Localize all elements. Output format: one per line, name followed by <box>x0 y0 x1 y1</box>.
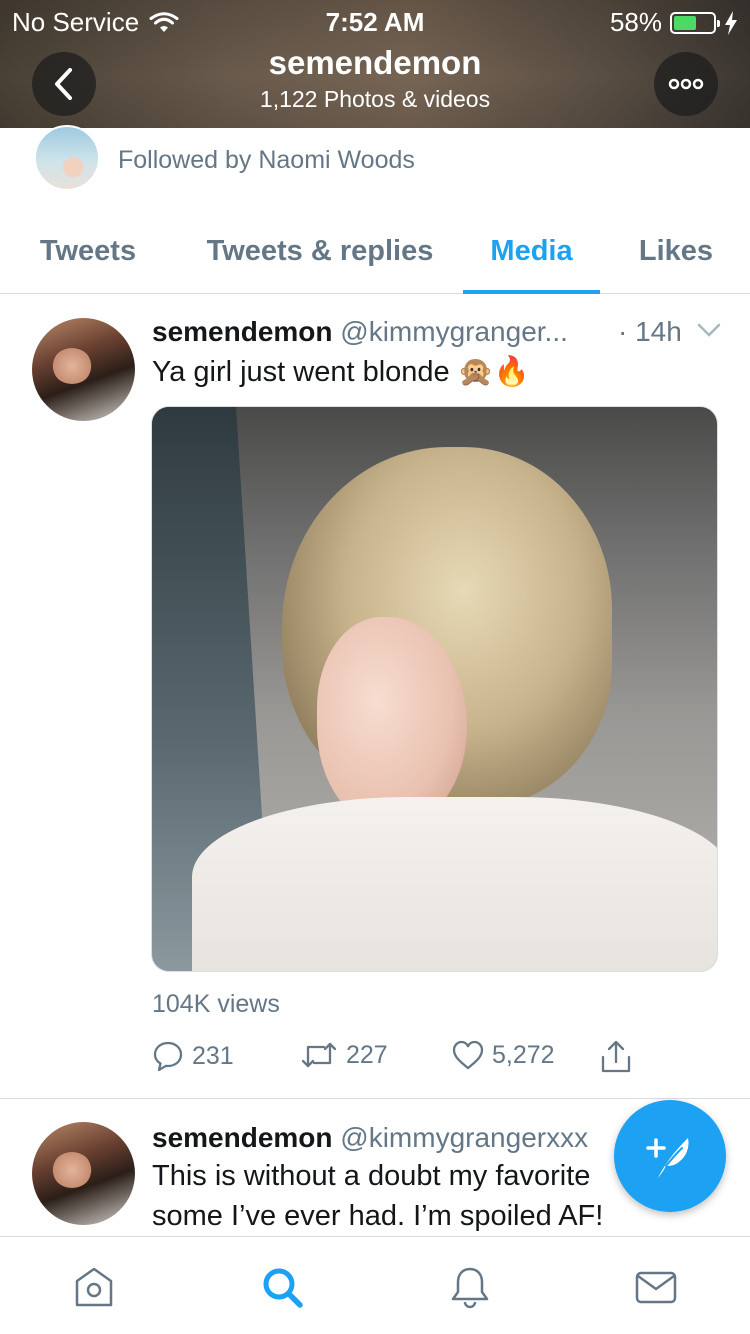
tab-likes[interactable]: Likes <box>626 208 726 294</box>
tweet-text-line-2: some I’ve ever had. I’m spoiled AF! <box>152 1200 604 1232</box>
author-name[interactable]: semendemon <box>152 316 333 347</box>
author-handle[interactable]: @kimmygranger... <box>340 316 568 347</box>
tweet-divider <box>0 1098 750 1099</box>
author-avatar[interactable] <box>32 1122 135 1225</box>
battery-icon <box>670 11 720 34</box>
tweet-time: · 14h <box>618 316 682 347</box>
tweet-header: semendemon @kimmygranger... <box>152 316 568 348</box>
home-icon <box>75 1267 113 1307</box>
profile-tabs: Tweets Tweets & replies Media Likes <box>0 208 750 294</box>
nav-search[interactable] <box>260 1265 304 1309</box>
tweet-text-line-1: This is without a doubt my favorite <box>152 1160 591 1192</box>
reply-icon <box>153 1041 183 1072</box>
tweet-text: Ya girl just went blonde 🙊🔥 <box>152 356 530 388</box>
notifications-icon <box>451 1267 489 1309</box>
battery-percent: 58% <box>609 7 662 37</box>
nav-messages[interactable] <box>634 1265 678 1309</box>
followed-by-text: Followed by Naomi Woods <box>118 145 415 174</box>
profile-header: No Service 7:52 AM 58% semendemon 1,122 … <box>0 0 750 128</box>
tweet-header: semendemon @kimmygrangerxxx <box>152 1122 588 1154</box>
profile-name-title: semendemon <box>268 44 482 81</box>
tab-tweets[interactable]: Tweets <box>20 208 156 294</box>
compose-tweet-icon <box>646 1138 689 1178</box>
retweet-count: 227 <box>346 1040 388 1069</box>
status-bar: No Service 7:52 AM 58% <box>0 0 750 40</box>
share-button[interactable] <box>600 1040 632 1074</box>
nav-notifications[interactable] <box>448 1265 492 1309</box>
bottom-tab-bar <box>0 1236 750 1334</box>
share-icon <box>601 1040 631 1073</box>
tab-tweets-and-replies[interactable]: Tweets & replies <box>196 208 444 294</box>
battery-level <box>674 15 697 30</box>
tweet-actions: 231 227 5,272 <box>152 1040 652 1084</box>
charging-bolt-icon <box>725 10 737 35</box>
reply-button[interactable]: 231 <box>152 1040 234 1072</box>
heart-icon <box>452 1040 484 1070</box>
messages-icon <box>635 1271 677 1304</box>
media-count-subtitle: 1,122 Photos & videos <box>259 86 491 112</box>
view-count: 104K views <box>152 990 280 1018</box>
nav-home[interactable] <box>72 1265 116 1309</box>
retweet-button[interactable]: 227 <box>300 1040 388 1070</box>
more-options-button[interactable] <box>654 52 718 116</box>
like-button[interactable]: 5,272 <box>452 1040 555 1070</box>
retweet-icon <box>301 1042 337 1068</box>
search-icon <box>263 1268 303 1308</box>
followed-by-row[interactable]: Followed by Naomi Woods <box>34 125 415 192</box>
author-handle[interactable]: @kimmygrangerxxx <box>340 1122 588 1153</box>
tweet-video[interactable] <box>151 406 718 972</box>
like-count: 5,272 <box>492 1040 555 1069</box>
active-tab-indicator <box>463 290 600 294</box>
tab-media[interactable]: Media <box>463 208 600 294</box>
author-name[interactable]: semendemon <box>152 1122 333 1153</box>
chevron-down-icon[interactable] <box>697 322 721 338</box>
reply-count: 231 <box>192 1041 234 1070</box>
author-avatar[interactable] <box>32 318 135 421</box>
follower-avatar <box>34 125 100 191</box>
more-icon <box>668 78 704 90</box>
compose-tweet-button[interactable] <box>614 1100 726 1212</box>
